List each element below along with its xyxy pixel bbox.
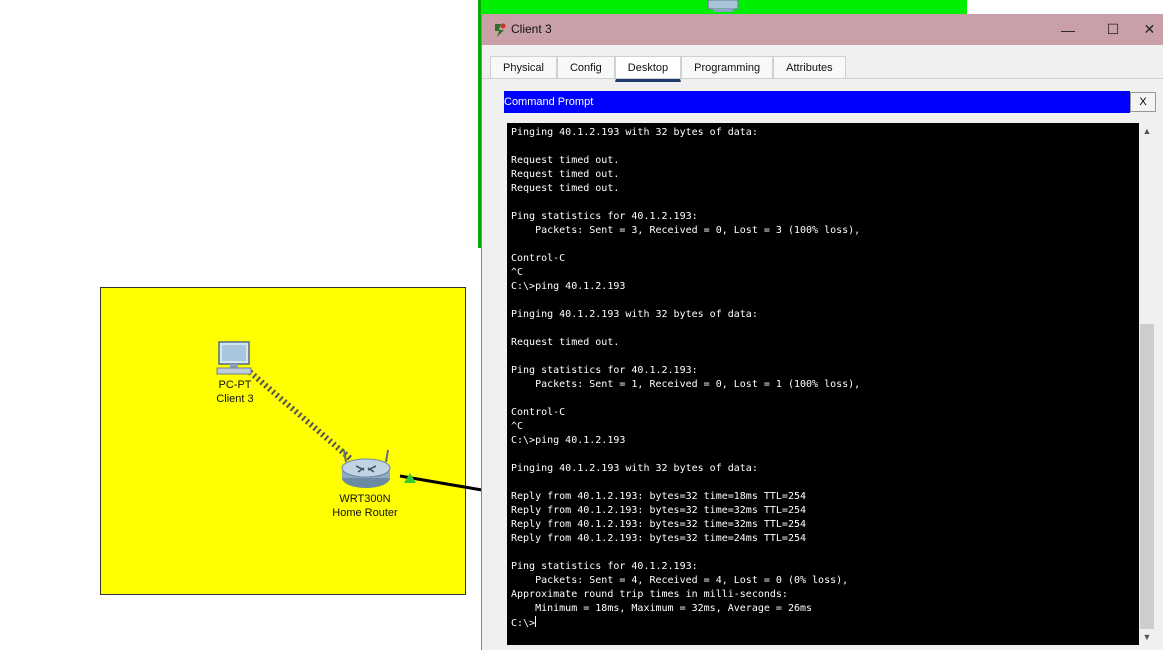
router-icon[interactable] xyxy=(338,448,394,490)
tab-divider xyxy=(482,78,1163,79)
packet-tracer-icon xyxy=(495,23,506,37)
terminal-prompt: C:\> xyxy=(511,618,536,629)
tab-attributes[interactable]: Attributes xyxy=(773,56,846,79)
text-cursor xyxy=(535,616,537,627)
router-type: WRT300N xyxy=(339,493,391,505)
minimize-button[interactable]: — xyxy=(1045,14,1091,45)
router-label: WRT300N Home Router xyxy=(320,492,410,520)
tab-config[interactable]: Config xyxy=(556,56,615,79)
pc-type: PC-PT xyxy=(218,379,252,391)
pc-label: PC-PT Client 3 xyxy=(205,378,265,406)
pc-icon[interactable] xyxy=(213,340,255,378)
terminal-output: Pinging 40.1.2.193 with 32 bytes of data… xyxy=(511,127,861,614)
scroll-thumb[interactable] xyxy=(1140,324,1154,629)
scroll-down-icon[interactable]: ▼ xyxy=(1139,629,1155,645)
maximize-button[interactable]: ☐ xyxy=(1090,14,1136,45)
title-bar[interactable]: Client 3 — ☐ ✕ xyxy=(482,14,1163,45)
command-prompt-title: Command Prompt xyxy=(504,91,1130,113)
tab-physical[interactable]: Physical xyxy=(490,56,557,79)
client-window: Client 3 — ☐ ✕ Physical Config Desktop P… xyxy=(481,14,1163,650)
tab-bar: Physical Config Desktop Programming Attr… xyxy=(490,56,846,82)
terminal[interactable]: Pinging 40.1.2.193 with 32 bytes of data… xyxy=(507,123,1139,645)
terminal-scrollbar[interactable]: ▲ ▼ xyxy=(1139,123,1155,645)
router-name: Home Router xyxy=(332,507,398,519)
wireless-link xyxy=(248,369,354,463)
scroll-up-icon[interactable]: ▲ xyxy=(1139,123,1155,139)
window-title: Client 3 xyxy=(511,22,552,36)
command-prompt-close-button[interactable]: X xyxy=(1130,92,1156,112)
terminal-output-block: Pinging 40.1.2.193 with 32 bytes of data… xyxy=(511,126,860,631)
tab-programming[interactable]: Programming xyxy=(681,56,774,79)
pc-name: Client 3 xyxy=(216,393,254,405)
close-button[interactable]: ✕ xyxy=(1135,14,1163,45)
